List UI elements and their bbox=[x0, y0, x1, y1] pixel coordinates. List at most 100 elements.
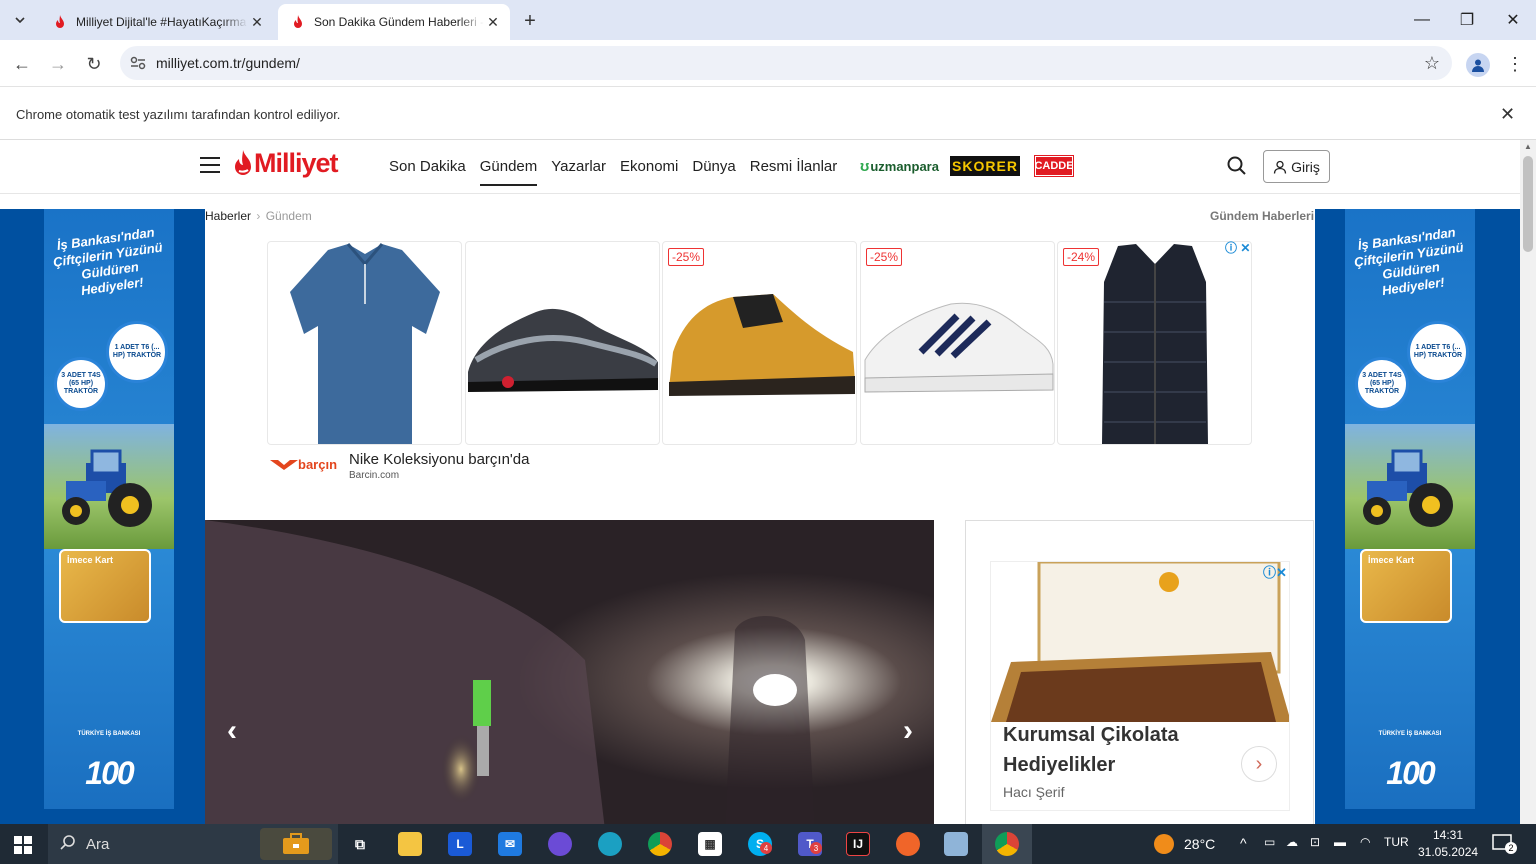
windows-start-icon[interactable] bbox=[14, 836, 32, 854]
profile-avatar-icon[interactable] bbox=[1466, 53, 1490, 77]
minimize-button[interactable]: — bbox=[1399, 0, 1445, 40]
100-year-logo: 100 bbox=[85, 755, 134, 791]
ad-advertiser: Hacı Şerif bbox=[1003, 784, 1065, 800]
breadcrumb-root[interactable]: Haberler bbox=[205, 209, 251, 223]
weather-widget[interactable]: 28°C bbox=[1154, 834, 1215, 854]
hamburger-menu-icon[interactable] bbox=[200, 157, 220, 173]
tray-app-icon[interactable]: ▭ bbox=[1264, 835, 1275, 849]
product-carousel-ad[interactable]: -25% -25% -24% ⓘ ✕ barçın Nike Koleksiyo… bbox=[267, 241, 1253, 485]
file-explorer-icon[interactable] bbox=[398, 832, 422, 856]
nav-ekonomi[interactable]: Ekonomi bbox=[620, 158, 678, 186]
carousel-prev-icon[interactable]: ‹ bbox=[217, 714, 247, 747]
bank-name: TÜRKİYE İŞ BANKASI bbox=[77, 731, 141, 737]
isbank-side-banner[interactable]: İş Bankası'ndan Çiftçilerin Yüzünü Güldü… bbox=[44, 209, 174, 809]
discount-badge: -25% bbox=[866, 248, 903, 266]
product-card-adidas[interactable]: -25% bbox=[860, 241, 1055, 445]
teams-badge: 3 bbox=[810, 842, 822, 854]
language-indicator[interactable]: TUR bbox=[1384, 835, 1409, 849]
tab-milliyet-dijital[interactable]: Milliyet Dijital'le #HayatıKaçırma ✕ bbox=[40, 4, 274, 40]
imece-card-image: İmece Kart bbox=[59, 549, 151, 623]
tunnel-photo bbox=[205, 520, 934, 824]
uzmanpara-link[interactable]: ʊ uzmanpara bbox=[860, 156, 939, 176]
user-icon bbox=[1273, 160, 1287, 174]
edge-icon[interactable] bbox=[598, 832, 622, 856]
ad-text: Nike Koleksiyonu barçın'da Barcin.com bbox=[349, 451, 529, 481]
battery-icon[interactable]: ▬ bbox=[1334, 835, 1346, 849]
store-icon[interactable]: ▦ bbox=[698, 832, 722, 856]
cadde-link[interactable]: CADDE bbox=[1034, 155, 1074, 177]
chocolate-ad[interactable]: ⓘ✕ Kurumsal Çikolata Hediyelikler Hacı Ş… bbox=[990, 561, 1290, 811]
breadcrumb: Haberler › Gündem bbox=[205, 209, 312, 223]
tab-close-icon[interactable]: ✕ bbox=[248, 13, 266, 31]
reload-button[interactable]: ↻ bbox=[80, 50, 108, 78]
task-view-icon[interactable]: ⧉ bbox=[348, 832, 372, 856]
close-window-button[interactable]: ✕ bbox=[1490, 0, 1536, 40]
sidebar-ad-box: ⓘ✕ Kurumsal Çikolata Hediyelikler Hacı Ş… bbox=[965, 520, 1314, 824]
side-ad-headline: İş Bankası'ndan Çiftçilerin Yüzünü Güldü… bbox=[52, 224, 164, 299]
ad-domain: Barcin.com bbox=[349, 470, 400, 481]
login-button[interactable]: Giriş bbox=[1263, 150, 1330, 183]
chrome-icon[interactable] bbox=[648, 832, 672, 856]
left-skin-ad[interactable]: İş Bankası'ndan Çiftçilerin Yüzünü Güldü… bbox=[0, 209, 205, 824]
infobar-close-icon[interactable]: ✕ bbox=[1500, 104, 1515, 125]
copilot-icon[interactable] bbox=[548, 832, 572, 856]
notification-icon[interactable]: 2 bbox=[1492, 834, 1517, 854]
skype-badge: 4 bbox=[760, 842, 772, 854]
adchoices-icon[interactable]: ⓘ ✕ bbox=[1225, 239, 1250, 256]
chocolate-box-image bbox=[991, 562, 1289, 722]
polo-shirt-image bbox=[290, 243, 440, 444]
clock[interactable]: 14:31 31.05.2024 bbox=[1418, 827, 1478, 861]
onedrive-icon[interactable]: ☁ bbox=[1286, 835, 1298, 849]
mail-icon[interactable]: ✉ bbox=[498, 832, 522, 856]
product-card-polo[interactable] bbox=[267, 241, 462, 445]
tab-gundem[interactable]: Son Dakika Gündem Haberleri - ✕ bbox=[278, 4, 510, 40]
intellij-icon[interactable]: IJ bbox=[846, 832, 870, 856]
search-icon[interactable] bbox=[1226, 155, 1248, 177]
taskbar-search-box[interactable]: Ara bbox=[48, 824, 338, 864]
side-ad-badge: 1 ADET T6 (... HP) TRAKTÖR bbox=[1407, 321, 1469, 383]
product-card-sneaker[interactable] bbox=[465, 241, 660, 445]
site-info-icon[interactable] bbox=[120, 56, 156, 70]
tab-title: Milliyet Dijital'le #HayatıKaçırma bbox=[76, 15, 247, 29]
postman-icon[interactable] bbox=[896, 832, 920, 856]
right-skin-ad[interactable]: İş Bankası'ndan Çiftçilerin Yüzünü Güldü… bbox=[1315, 209, 1520, 824]
chevron-right-icon[interactable]: › bbox=[1241, 746, 1277, 782]
nav-yazarlar[interactable]: Yazarlar bbox=[551, 158, 606, 186]
url-text[interactable]: milliyet.com.tr/gundem/ bbox=[156, 55, 1412, 71]
page-scrollbar[interactable]: ▲ bbox=[1520, 140, 1536, 824]
chrome-icon[interactable] bbox=[995, 832, 1019, 856]
product-card-vest[interactable]: -24% bbox=[1057, 241, 1252, 445]
tab-search-button[interactable] bbox=[6, 8, 34, 32]
nav-dunya[interactable]: Dünya bbox=[692, 158, 735, 186]
adchoices-icon[interactable]: ⓘ✕ bbox=[1263, 562, 1287, 581]
milliyet-logo[interactable]: Milliyet bbox=[234, 148, 339, 179]
nav-son-dakika[interactable]: Son Dakika bbox=[389, 158, 466, 186]
isbank-side-banner[interactable]: İş Bankası'ndan Çiftçilerin Yüzünü Güldü… bbox=[1345, 209, 1475, 809]
clock-time: 14:31 bbox=[1432, 828, 1464, 842]
lync-l-icon[interactable]: L bbox=[448, 832, 472, 856]
wifi-icon[interactable]: ◠ bbox=[1360, 835, 1370, 849]
infobar-text: Chrome otomatik test yazılımı tarafından… bbox=[16, 107, 341, 122]
skorer-link[interactable]: SKORER bbox=[950, 156, 1020, 176]
address-bar[interactable]: milliyet.com.tr/gundem/ ☆ bbox=[120, 46, 1452, 80]
ad-title: Kurumsal Çikolata Hediyelikler bbox=[1003, 724, 1179, 776]
nav-gundem[interactable]: Gündem bbox=[479, 158, 538, 186]
notepad-icon[interactable] bbox=[944, 832, 968, 856]
carousel-next-icon[interactable]: › bbox=[893, 714, 923, 747]
back-button[interactable]: ← bbox=[8, 50, 36, 78]
nav-resmi-ilanlar[interactable]: Resmi İlanlar bbox=[750, 158, 838, 186]
headline-carousel[interactable]: ‹ › bbox=[205, 520, 934, 824]
new-tab-button[interactable]: + bbox=[518, 9, 542, 33]
tray-chevron-up-icon[interactable]: ^ bbox=[1240, 835, 1247, 851]
bookmark-star-icon[interactable]: ☆ bbox=[1412, 53, 1452, 74]
network-adapter-icon[interactable]: ⊡ bbox=[1310, 835, 1320, 849]
section-title: Gündem Haberleri bbox=[1210, 209, 1315, 223]
forward-button[interactable]: → bbox=[44, 50, 72, 78]
restore-button[interactable]: ❐ bbox=[1444, 0, 1490, 40]
tab-close-icon[interactable]: ✕ bbox=[484, 13, 502, 31]
scroll-up-icon[interactable]: ▲ bbox=[1524, 142, 1532, 151]
product-card-boot[interactable]: -25% bbox=[662, 241, 857, 445]
browser-menu-icon[interactable]: ⋮ bbox=[1504, 52, 1526, 76]
scrollbar-thumb[interactable] bbox=[1523, 156, 1533, 252]
ad-footer[interactable]: barçın Nike Koleksiyonu barçın'da Barcin… bbox=[270, 451, 529, 481]
